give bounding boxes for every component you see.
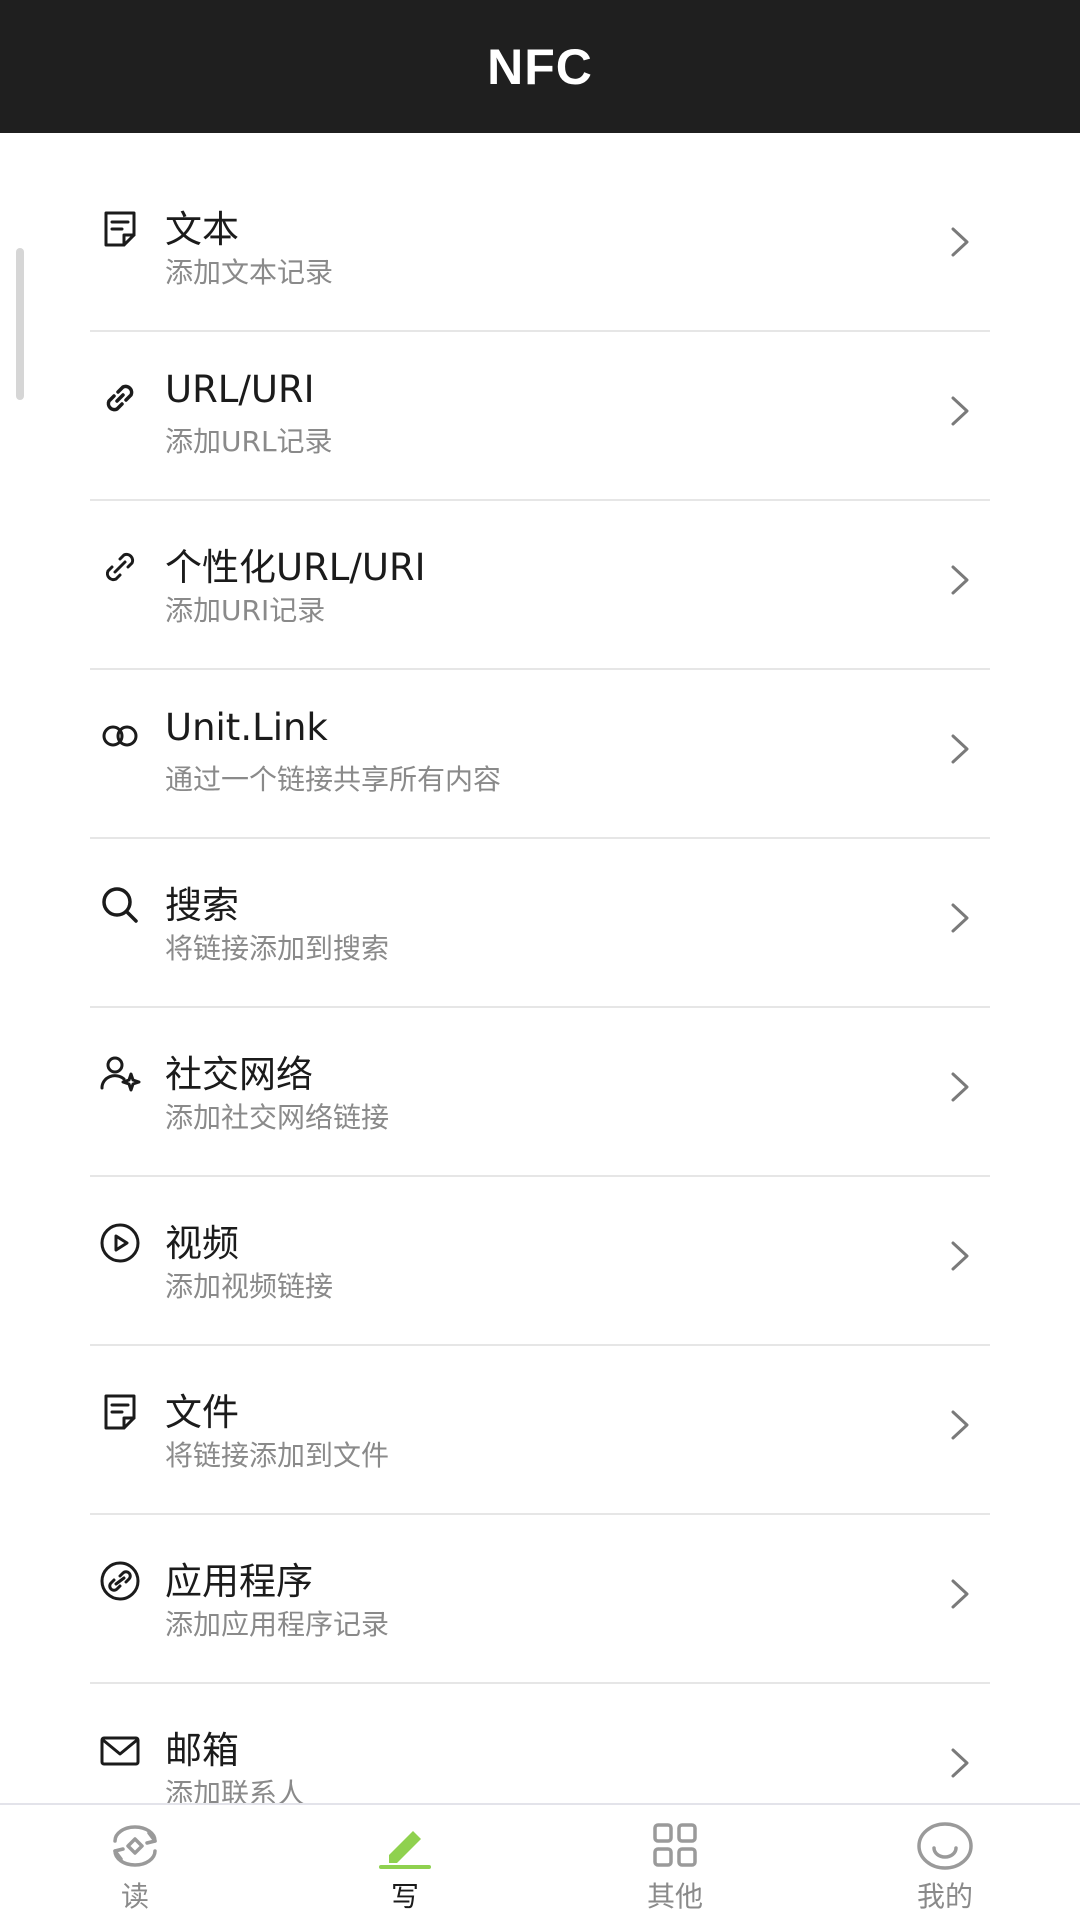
page-title: NFC xyxy=(487,38,593,95)
list-item-search[interactable]: 搜索 将链接添加到搜索 xyxy=(90,839,990,1008)
chevron-right-icon xyxy=(948,392,972,430)
unit-link-icon xyxy=(98,714,142,758)
write-records-list[interactable]: 文本 添加文本记录 URL/URI 添加URL记录 个性化URL/URI 添加U… xyxy=(0,133,1080,1803)
chevron-right-icon xyxy=(948,899,972,937)
chevron-right-icon xyxy=(948,561,972,599)
list-item-subtitle: 通过一个链接共享所有内容 xyxy=(165,763,502,796)
chevron-right-icon xyxy=(948,1744,972,1782)
custom-link-icon xyxy=(98,545,142,589)
list-item-subtitle: 添加社交网络链接 xyxy=(165,1101,390,1134)
list-item-title: 应用程序 xyxy=(165,1560,313,1603)
write-icon xyxy=(377,1821,433,1871)
bottom-tab-bar: 读 写 其他 我的 xyxy=(0,1803,1080,1920)
list-item-title: 视频 xyxy=(165,1222,239,1265)
list-item-unit-link[interactable]: Unit.Link 通过一个链接共享所有内容 xyxy=(90,670,990,839)
chevron-right-icon xyxy=(948,1068,972,1106)
list-item-subtitle: 添加文本记录 xyxy=(165,256,334,289)
list-item-video[interactable]: 视频 添加视频链接 xyxy=(90,1177,990,1346)
list-item-title: 邮箱 xyxy=(165,1729,239,1772)
list-item-title: 文件 xyxy=(165,1391,239,1434)
list-item-subtitle: 将链接添加到搜索 xyxy=(165,932,390,965)
list-item-app[interactable]: 应用程序 添加应用程序记录 xyxy=(90,1515,990,1684)
social-user-icon xyxy=(98,1052,142,1096)
chevron-right-icon xyxy=(948,1237,972,1275)
profile-smile-icon xyxy=(917,1821,973,1871)
tab-write[interactable]: 写 xyxy=(270,1805,540,1920)
list-item-social[interactable]: 社交网络 添加社交网络链接 xyxy=(90,1008,990,1177)
list-item-url[interactable]: URL/URI 添加URL记录 xyxy=(90,332,990,501)
list-item-text[interactable]: 文本 添加文本记录 xyxy=(90,163,990,332)
app-bar: NFC xyxy=(0,0,1080,133)
tab-label: 其他 xyxy=(646,1880,703,1913)
list-item-title: 个性化URL/URI xyxy=(165,546,426,589)
tab-label: 写 xyxy=(390,1880,419,1913)
video-play-icon xyxy=(98,1221,142,1265)
read-icon xyxy=(107,1821,163,1871)
record-type-list: 文本 添加文本记录 URL/URI 添加URL记录 个性化URL/URI 添加U… xyxy=(90,163,990,1803)
list-item-title: 搜索 xyxy=(165,884,239,927)
list-item-subtitle: 添加应用程序记录 xyxy=(165,1608,390,1641)
app-icon xyxy=(98,1559,142,1603)
chevron-right-icon xyxy=(948,1406,972,1444)
tab-read[interactable]: 读 xyxy=(0,1805,270,1920)
list-item-subtitle: 添加视频链接 xyxy=(165,1270,334,1303)
tab-other[interactable]: 其他 xyxy=(540,1805,810,1920)
list-item-title: 文本 xyxy=(165,208,239,251)
list-item-title: URL/URI xyxy=(165,368,315,411)
chevron-right-icon xyxy=(948,730,972,768)
tab-profile[interactable]: 我的 xyxy=(810,1805,1080,1920)
grid-icon xyxy=(647,1821,703,1871)
list-item-file[interactable]: 文件 将链接添加到文件 xyxy=(90,1346,990,1515)
chevron-right-icon xyxy=(948,1575,972,1613)
tab-label: 我的 xyxy=(916,1880,973,1913)
file-icon xyxy=(98,1390,142,1434)
chevron-right-icon xyxy=(948,223,972,261)
link-icon xyxy=(98,376,142,420)
search-icon xyxy=(98,883,142,927)
tab-label: 读 xyxy=(120,1880,149,1913)
list-item-mail[interactable]: 邮箱 添加联系人 xyxy=(90,1684,990,1803)
list-item-custom-url[interactable]: 个性化URL/URI 添加URI记录 xyxy=(90,501,990,670)
text-note-icon xyxy=(98,207,142,251)
scroll-indicator[interactable] xyxy=(16,248,24,400)
list-item-title: 社交网络 xyxy=(165,1053,313,1096)
list-item-subtitle: 将链接添加到文件 xyxy=(165,1439,390,1472)
list-item-subtitle: 添加联系人 xyxy=(165,1777,306,1803)
list-item-subtitle: 添加URI记录 xyxy=(165,594,326,627)
mail-icon xyxy=(98,1728,142,1772)
list-item-subtitle: 添加URL记录 xyxy=(165,425,333,458)
list-item-title: Unit.Link xyxy=(165,706,328,749)
